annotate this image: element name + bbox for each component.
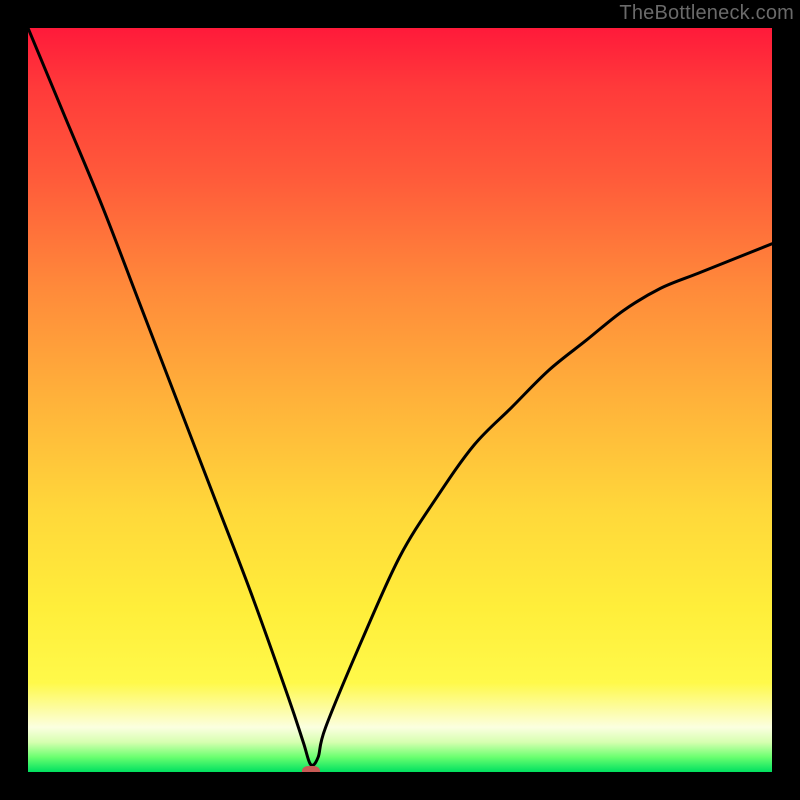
chart-frame: TheBottleneck.com — [0, 0, 800, 800]
bottleneck-curve — [28, 28, 772, 772]
optimum-marker — [302, 766, 320, 772]
watermark-text: TheBottleneck.com — [619, 2, 794, 25]
plot-area — [28, 28, 772, 772]
